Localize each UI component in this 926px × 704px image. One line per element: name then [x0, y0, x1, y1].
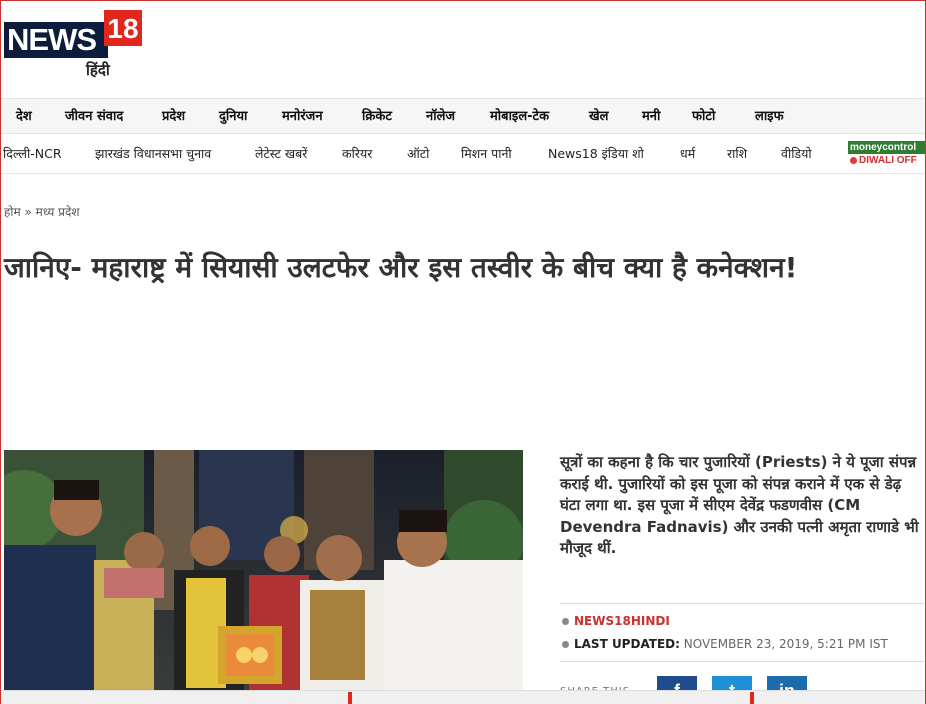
nav-item-duniya[interactable]: दुनिया — [219, 99, 247, 135]
bullet-icon — [562, 618, 569, 625]
news18-logo[interactable]: NEWS 18 हिंदी — [4, 10, 142, 80]
scroll-marker-2 — [750, 692, 754, 704]
breadcrumb: होम » मध्य प्रदेश — [4, 203, 79, 220]
nav2-item-career[interactable]: करियर — [342, 134, 372, 174]
nav-item-photo[interactable]: फोटो — [692, 99, 715, 135]
updated-label: LAST UPDATED: — [574, 637, 680, 651]
updated-value: NOVEMBER 23, 2019, 5:21 PM IST — [683, 637, 888, 651]
breadcrumb-separator: » — [24, 205, 32, 219]
horizontal-scrollbar[interactable] — [0, 690, 926, 704]
nav-item-khel[interactable]: खेल — [589, 99, 608, 135]
nav2-item-news18-india-show[interactable]: News18 इंडिया शो — [548, 134, 644, 174]
promo-dot-icon — [850, 156, 857, 164]
nav-item-jeevan-samvad[interactable]: जीवन संवाद — [65, 99, 123, 135]
promo-text: DIWALI OFF — [859, 155, 917, 166]
nav-item-mobile-tech[interactable]: मोबाइल-टेक — [490, 99, 549, 135]
nav-item-knowledge[interactable]: नॉलेज — [426, 99, 455, 135]
article-paragraph: सूत्रों का कहना है कि चार पुजारियों (Pri… — [560, 453, 919, 557]
nav-item-desh[interactable]: देश — [16, 99, 32, 135]
meta-divider-top — [560, 603, 924, 604]
author-link[interactable]: NEWS18HINDI — [574, 614, 670, 628]
breadcrumb-current[interactable]: मध्य प्रदेश — [36, 205, 80, 219]
nav2-item-auto[interactable]: ऑटो — [407, 134, 429, 174]
promo-text-wrap: DIWALI OFF — [848, 154, 926, 168]
nav-item-pradesh[interactable]: प्रदेश — [162, 99, 185, 135]
meta-updated-row: LAST UPDATED: NOVEMBER 23, 2019, 5:21 PM… — [562, 637, 888, 651]
nav2-item-latest-news[interactable]: लेटेस्ट खबरें — [255, 134, 307, 174]
nav2-item-mission-paani[interactable]: मिशन पानी — [461, 134, 512, 174]
nav-item-manoranjan[interactable]: मनोरंजन — [282, 99, 323, 135]
bullet-icon — [562, 641, 569, 648]
nav-item-cricket[interactable]: क्रिकेट — [362, 99, 392, 135]
meta-author-row: NEWS18HINDI — [562, 614, 670, 628]
nav2-item-dharm[interactable]: धर्म — [680, 134, 695, 174]
photo-illustration — [4, 450, 523, 694]
nav2-item-jharkhand-election[interactable]: झारखंड विधानसभा चुनाव — [95, 134, 211, 174]
nav2-item-rashi[interactable]: राशि — [727, 134, 747, 174]
secondary-nav: दिल्ली-NCR झारखंड विधानसभा चुनाव लेटेस्ट… — [0, 134, 926, 174]
logo-news-text: NEWS — [4, 22, 108, 58]
primary-nav: देश जीवन संवाद प्रदेश दुनिया मनोरंजन क्र… — [0, 98, 926, 134]
logo-hindi-text: हिंदी — [86, 61, 110, 79]
article-photo — [4, 450, 523, 694]
site-header: NEWS 18 हिंदी — [0, 0, 926, 98]
nav2-item-delhi-ncr[interactable]: दिल्ली-NCR — [3, 134, 62, 174]
scroll-marker-1 — [348, 692, 352, 704]
article-headline: जानिए- महाराष्ट्र में सियासी उलटफेर और इ… — [4, 251, 798, 284]
moneycontrol-promo[interactable]: moneycontrol DIWALI OFF — [848, 141, 926, 169]
breadcrumb-home[interactable]: होम — [4, 205, 21, 219]
meta-divider-bottom — [560, 661, 924, 662]
nav-item-money[interactable]: मनी — [642, 99, 660, 135]
nav2-item-video[interactable]: वीडियो — [781, 134, 812, 174]
promo-brand: moneycontrol — [848, 141, 926, 154]
logo-number: 18 — [104, 10, 142, 46]
nav-item-life[interactable]: लाइफ — [755, 99, 784, 135]
